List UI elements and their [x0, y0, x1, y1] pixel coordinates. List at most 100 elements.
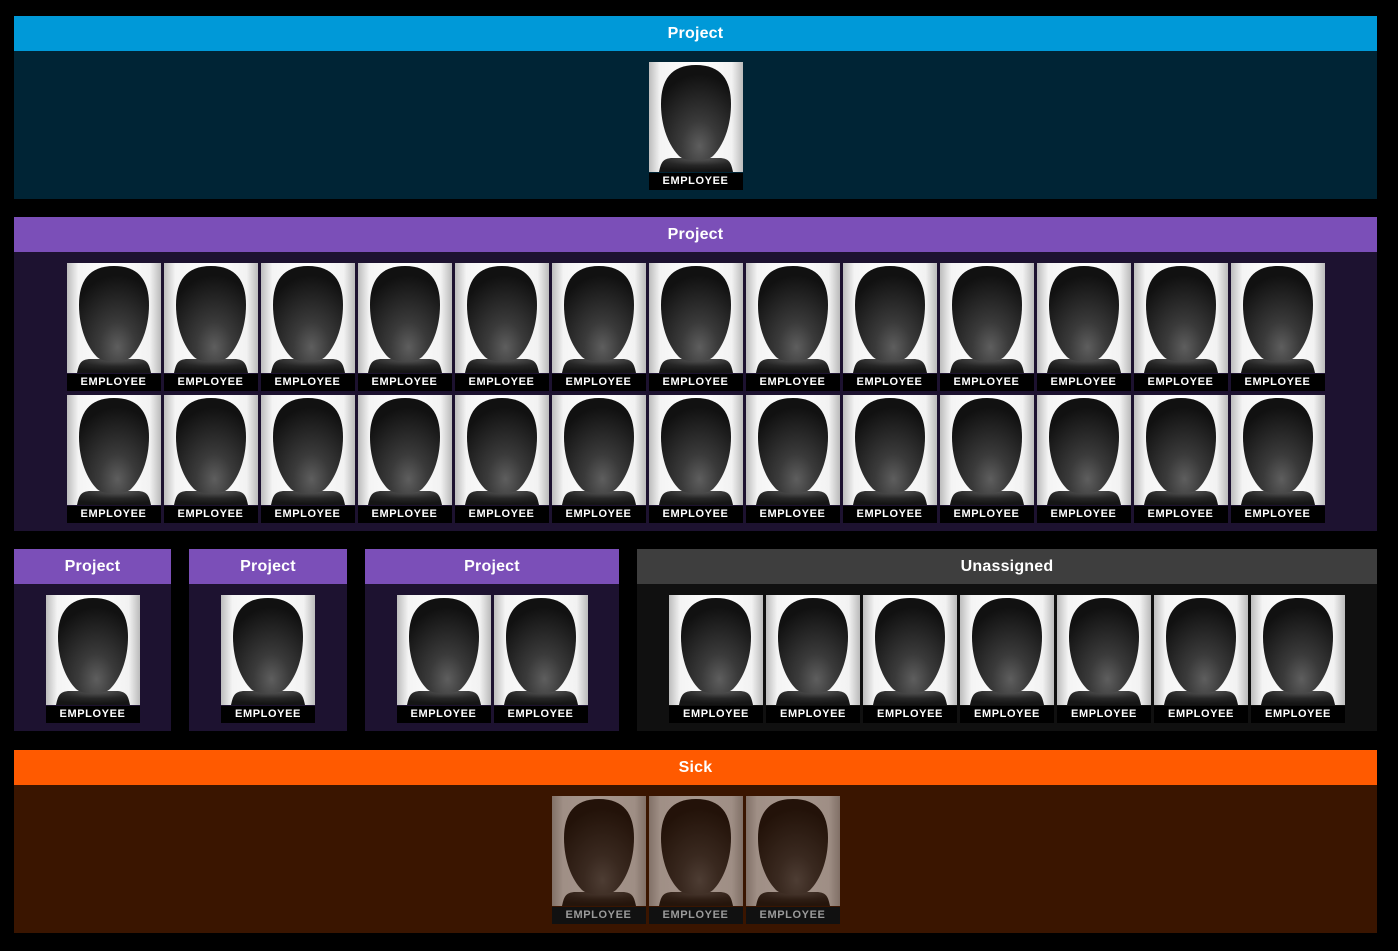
employee-card[interactable]: EMPLOYEE [766, 595, 860, 723]
employee-name: EMPLOYEE [1154, 706, 1248, 723]
person-silhouette-icon [45, 595, 140, 705]
group-body[interactable]: EMPLOYEE EMPLOYEE EMPLOYEE [637, 584, 1377, 731]
employee-card[interactable]: EMPLOYEE [842, 395, 937, 523]
person-silhouette-icon [939, 395, 1034, 505]
employee-name: EMPLOYEE [842, 506, 937, 523]
employee-name: EMPLOYEE [745, 374, 840, 391]
employee-card[interactable]: EMPLOYEE [648, 395, 743, 523]
group-body[interactable]: EMPLOYEE EMPLOYEE EMPLOYEE [14, 785, 1377, 933]
employee-card[interactable]: EMPLOYEE [260, 395, 355, 523]
person-silhouette-icon [939, 263, 1034, 373]
group-header[interactable]: Unassigned [637, 549, 1377, 584]
unassigned-group[interactable]: Unassigned EMPLOYEE EMPLOYEE EMPLOYEE EM… [637, 549, 1377, 731]
person-silhouette-icon [357, 263, 452, 373]
employee-card[interactable]: EMPLOYEE [45, 595, 140, 723]
employee-name: EMPLOYEE [493, 706, 588, 723]
group-header[interactable]: Project [14, 549, 171, 584]
employee-card[interactable]: EMPLOYEE [1133, 263, 1228, 391]
person-silhouette-icon [454, 263, 549, 373]
group-body[interactable]: EMPLOYEE EMPLOYEE [365, 584, 619, 731]
employee-card[interactable]: EMPLOYEE [1251, 595, 1345, 723]
employee-card[interactable]: EMPLOYEE [1057, 595, 1151, 723]
employee-card[interactable]: EMPLOYEE [745, 395, 840, 523]
person-silhouette-icon [1230, 263, 1325, 373]
employee-card[interactable]: EMPLOYEE [939, 395, 1034, 523]
employee-card[interactable]: EMPLOYEE [551, 796, 646, 924]
employee-name: EMPLOYEE [163, 506, 258, 523]
employee-name: EMPLOYEE [648, 506, 743, 523]
employee-name: EMPLOYEE [1036, 506, 1131, 523]
employee-card[interactable]: EMPLOYEE [842, 263, 937, 391]
employee-card[interactable]: EMPLOYEE [357, 263, 452, 391]
employee-card[interactable]: EMPLOYEE [1154, 595, 1248, 723]
person-silhouette-icon [842, 263, 937, 373]
person-silhouette-icon [551, 263, 646, 373]
group-header[interactable]: Project [365, 549, 619, 584]
person-silhouette-icon [648, 796, 743, 906]
group-header[interactable]: Project [14, 16, 1377, 51]
person-silhouette-icon [551, 395, 646, 505]
employee-card[interactable]: EMPLOYEE [669, 595, 763, 723]
group-body[interactable]: EMPLOYEE EMPLOYEE EMPLOYEE [14, 252, 1377, 531]
employee-card[interactable]: EMPLOYEE [260, 263, 355, 391]
employee-card[interactable]: EMPLOYEE [221, 595, 315, 723]
person-silhouette-icon [493, 595, 588, 705]
person-silhouette-icon [221, 595, 315, 705]
project-group-2[interactable]: Project EMPLOYEE EMPLOYEE EMPLOYEE EMPLO… [14, 217, 1377, 531]
group-body[interactable]: EMPLOYEE [189, 584, 347, 731]
employee-name: EMPLOYEE [766, 706, 860, 723]
employee-card[interactable]: EMPLOYEE [745, 796, 840, 924]
employee-name: EMPLOYEE [1036, 374, 1131, 391]
person-silhouette-icon [1230, 395, 1325, 505]
employee-card[interactable]: EMPLOYEE [493, 595, 588, 723]
employee-card[interactable]: EMPLOYEE [960, 595, 1054, 723]
employee-name: EMPLOYEE [1230, 374, 1325, 391]
person-silhouette-icon [66, 395, 161, 505]
group-body[interactable]: EMPLOYEE [14, 51, 1377, 199]
person-silhouette-icon [648, 263, 743, 373]
person-silhouette-icon [648, 62, 743, 172]
employee-name: EMPLOYEE [454, 506, 549, 523]
employee-name: EMPLOYEE [551, 506, 646, 523]
employee-card[interactable]: EMPLOYEE [551, 263, 646, 391]
employee-card[interactable]: EMPLOYEE [551, 395, 646, 523]
employee-card[interactable]: EMPLOYEE [648, 263, 743, 391]
project-group-5[interactable]: Project EMPLOYEE EMPLOYEE [365, 549, 619, 731]
employee-name: EMPLOYEE [357, 374, 452, 391]
group-header[interactable]: Project [189, 549, 347, 584]
person-silhouette-icon [745, 395, 840, 505]
employee-name: EMPLOYEE [221, 706, 315, 723]
employee-card[interactable]: EMPLOYEE [396, 595, 491, 723]
employee-card[interactable]: EMPLOYEE [745, 263, 840, 391]
project-board: Project EMPLOYEE Project EMPLOYEE EMPLOY… [0, 0, 1398, 951]
employee-card[interactable]: EMPLOYEE [163, 263, 258, 391]
project-group-1[interactable]: Project EMPLOYEE [14, 16, 1377, 199]
project-group-4[interactable]: Project EMPLOYEE [189, 549, 347, 731]
employee-name: EMPLOYEE [396, 706, 491, 723]
group-header[interactable]: Sick [14, 750, 1377, 785]
employee-card[interactable]: EMPLOYEE [1036, 395, 1131, 523]
employee-card[interactable]: EMPLOYEE [66, 395, 161, 523]
employee-card[interactable]: EMPLOYEE [357, 395, 452, 523]
employee-card[interactable]: EMPLOYEE [454, 395, 549, 523]
employee-card[interactable]: EMPLOYEE [939, 263, 1034, 391]
employee-card[interactable]: EMPLOYEE [1230, 395, 1325, 523]
employee-card[interactable]: EMPLOYEE [454, 263, 549, 391]
group-header[interactable]: Project [14, 217, 1377, 252]
employee-name: EMPLOYEE [669, 706, 763, 723]
person-silhouette-icon [1251, 595, 1345, 705]
employee-card[interactable]: EMPLOYEE [1133, 395, 1228, 523]
employee-name: EMPLOYEE [745, 506, 840, 523]
employee-card[interactable]: EMPLOYEE [648, 62, 743, 190]
employee-name: EMPLOYEE [842, 374, 937, 391]
employee-name: EMPLOYEE [939, 374, 1034, 391]
group-body[interactable]: EMPLOYEE [14, 584, 171, 731]
employee-card[interactable]: EMPLOYEE [863, 595, 957, 723]
employee-card[interactable]: EMPLOYEE [1036, 263, 1131, 391]
employee-card[interactable]: EMPLOYEE [163, 395, 258, 523]
employee-card[interactable]: EMPLOYEE [1230, 263, 1325, 391]
employee-card[interactable]: EMPLOYEE [648, 796, 743, 924]
employee-card[interactable]: EMPLOYEE [66, 263, 161, 391]
project-group-3[interactable]: Project EMPLOYEE [14, 549, 171, 731]
sick-group[interactable]: Sick EMPLOYEE EMPLOYEE EMPLOYEE [14, 750, 1377, 933]
